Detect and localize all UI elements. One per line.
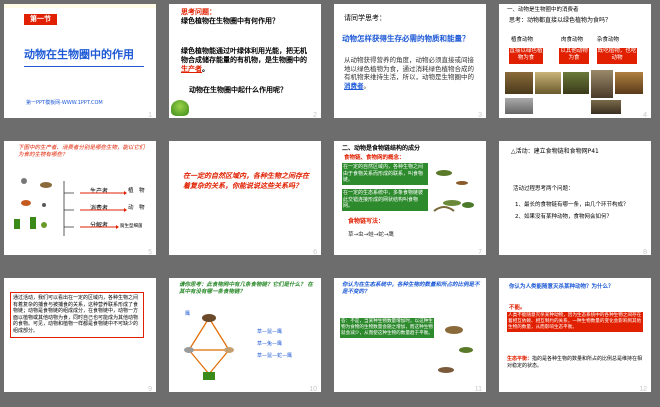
key-question: 动物怎样获得生存必需的物质和能量？ (342, 34, 470, 43)
carnivore-box: 以其他动物为食 (559, 48, 589, 64)
food-chain-images (433, 170, 474, 212)
slide-number: 11 (474, 386, 482, 392)
animal-photo-4 (591, 70, 613, 98)
body-text-end: 。 (202, 65, 209, 73)
intro-text: 请同学思考： (344, 14, 386, 22)
slide-number: 8 (643, 249, 647, 255)
slide-number: 7 (478, 249, 482, 255)
slide-thumbnail-2[interactable]: 思考问题： 绿色植物在生物圈中有何作用？ 绿色植物能通过叶绿体利用光能，把无机物… (169, 4, 321, 118)
label-herbivore: 植食动物 (511, 37, 534, 43)
slide-number: 5 (148, 249, 152, 255)
label-carnivore: 肉食动物 (561, 37, 584, 43)
slide-number: 1 (148, 112, 152, 118)
plant-image (171, 100, 189, 116)
food-web-diagram (184, 314, 234, 380)
slide-thumbnail-3[interactable]: 请同学思考： 动物怎样获得生存必需的物质和能量？ 从动物获得营养的角度，动物必须… (334, 4, 486, 118)
food-chain-answer-3: 草—鼠—蛇—鹰 (257, 353, 293, 359)
ecosystem-diagram (14, 178, 127, 236)
slide-thumbnail-6[interactable]: 在一定的自然区域内，各种生物之间存在着复杂的关系，你能说说这些关系吗？ 6 (169, 141, 321, 255)
animal-photo-3 (563, 72, 589, 94)
food-chain-images (438, 326, 473, 373)
body-text-end: 。 (363, 81, 371, 90)
slide-number: 4 (643, 112, 647, 118)
slide-thumbnail-4[interactable]: 一、动物是生物圈中的消费者 思考：动物都直接以绿色植物为食吗？ 植食动物 肉食动… (499, 4, 651, 118)
section-tag: 第一节 (24, 14, 57, 25)
slide-top-band (4, 4, 156, 8)
body-text-main: 绿色植物能通过叶绿体利用光能，把无机物合成储存能量的有机物，是生物圈中的 (181, 47, 307, 64)
follow-up-question: 动物在生物圈中起什么作用呢？ (189, 86, 287, 94)
slide-thumbnail-7[interactable]: 二、动物是食物链结构的成分 食物链、食物网的概念： 在一定的自然区域内，各种生物… (334, 141, 486, 255)
question-text: 你认为人类能随意灭杀某种动物？为什么？ (509, 284, 614, 290)
think-question: 思考：动物都直接以绿色植物为食吗？ (509, 17, 612, 24)
summary-text: 通过活动，我们可以看出在一定的区域内，各种生物之间有着复杂的捕食与被捕食的关系，… (10, 292, 144, 338)
activity-question-1: 1、最长的食物链有哪一条，由几个环节构成？ (515, 202, 629, 208)
prompt-text: 在一定的自然区域内，各种生物之间存在着复杂的关系，你能说说这些关系吗？ (183, 172, 309, 190)
slide-number: 12 (639, 386, 647, 392)
slide-thumbnail-1[interactable]: 第一节 动物在生物圈中的作用 第一PPT模板网-WWW.1PPT.COM 1 (4, 4, 156, 118)
omnivore-box: 既吃植物，也吃动物 (597, 48, 637, 64)
divider (24, 66, 144, 67)
slide-thumbnail-9[interactable]: 通过活动，我们可以看出在一定的区域内，各种生物之间有着复杂的捕食与被捕食的关系，… (4, 278, 156, 392)
slide-thumbnail-10[interactable]: 请你思考：此食物网中有几条食物链？它们是什么？ 在其中有没有哪一条食物链？ 鹰 … (169, 278, 321, 392)
body-text: 从动物获得营养的角度，动物必须直接或间接地以绿色植物为食，通过消耗绿色植物合成的… (344, 56, 479, 90)
question-text: 绿色植物在生物圈中有何作用？ (181, 17, 279, 25)
label-omnivore: 杂食动物 (597, 37, 620, 43)
animal-photo-7 (591, 100, 621, 114)
answer-text: 人类不能随意灭杀某种动物，因为生态系统中的各种生物之间存在着相互依赖、相互制约的… (507, 312, 643, 332)
animal-photo-6 (505, 98, 533, 114)
activity-heading: △活动：建立食物链和食物网P41 (511, 148, 599, 155)
slide-number: 3 (478, 112, 482, 118)
food-chain-answer-1: 草—鼠—鹰 (257, 329, 283, 335)
center-label: 鹰 (185, 311, 191, 317)
slide-number: 6 (313, 249, 317, 255)
herbivore-box: 直接以绿色植物为食 (509, 48, 543, 64)
section-heading: 一、动物是生物圈中的消费者 (507, 7, 579, 13)
term-label: 生态平衡： (507, 356, 533, 362)
animal-photo-2 (535, 72, 561, 94)
body-text-main: 从动物获得营养的角度，动物必须直接或间接地以绿色植物为食，通过消耗绿色植物合成的… (344, 56, 474, 81)
body-text: 绿色植物能通过叶绿体利用光能，把无机物合成储存能量的有机物，是生物圈中的生产者。 (181, 47, 311, 74)
activity-intro: 活动过程思考两个问题： (513, 186, 574, 192)
slide-footer: 第一PPT模板网-WWW.1PPT.COM (26, 100, 103, 106)
slide-thumbnail-5[interactable]: 下图中的生产者、消费者分别是哪些生物，能以它们为食的生物有哪些？ 生产者 消费者… (4, 141, 156, 255)
slide-thumbnail-8[interactable]: △活动：建立食物链和食物网P41 活动过程思考两个问题： 1、最长的食物链有哪一… (499, 141, 651, 255)
slide-thumbnail-12[interactable]: 你认为人类能随意灭杀某种动物？为什么？ 不能。 人类不能随意灭杀某种动物，因为生… (499, 278, 651, 392)
term-definition: 生态平衡：指的是各种生物的数量和所占的比例总是维持在相对稳定的状态。 (507, 356, 643, 369)
slide-number: 2 (313, 112, 317, 118)
question-label: 思考问题： (181, 8, 216, 16)
slide-title: 动物在生物圈中的作用 (24, 48, 134, 61)
animal-photo-5 (615, 72, 643, 94)
activity-question-2: 2、如果没有某种动物，食物网会如何？ (515, 214, 613, 220)
food-chain-answer-2: 草—兔—鹰 (257, 341, 283, 347)
animal-photo-1 (505, 72, 533, 94)
slide-number: 9 (148, 386, 152, 392)
slide-number: 10 (309, 386, 317, 392)
consumer-highlight: 消费者 (344, 81, 364, 90)
producer-highlight: 生产者 (181, 65, 202, 73)
slide-thumbnail-11[interactable]: 你认为在生态系统中，各种生物的数量和所占的比例是不是不变的？ 答：不是，当某种生… (334, 278, 486, 392)
